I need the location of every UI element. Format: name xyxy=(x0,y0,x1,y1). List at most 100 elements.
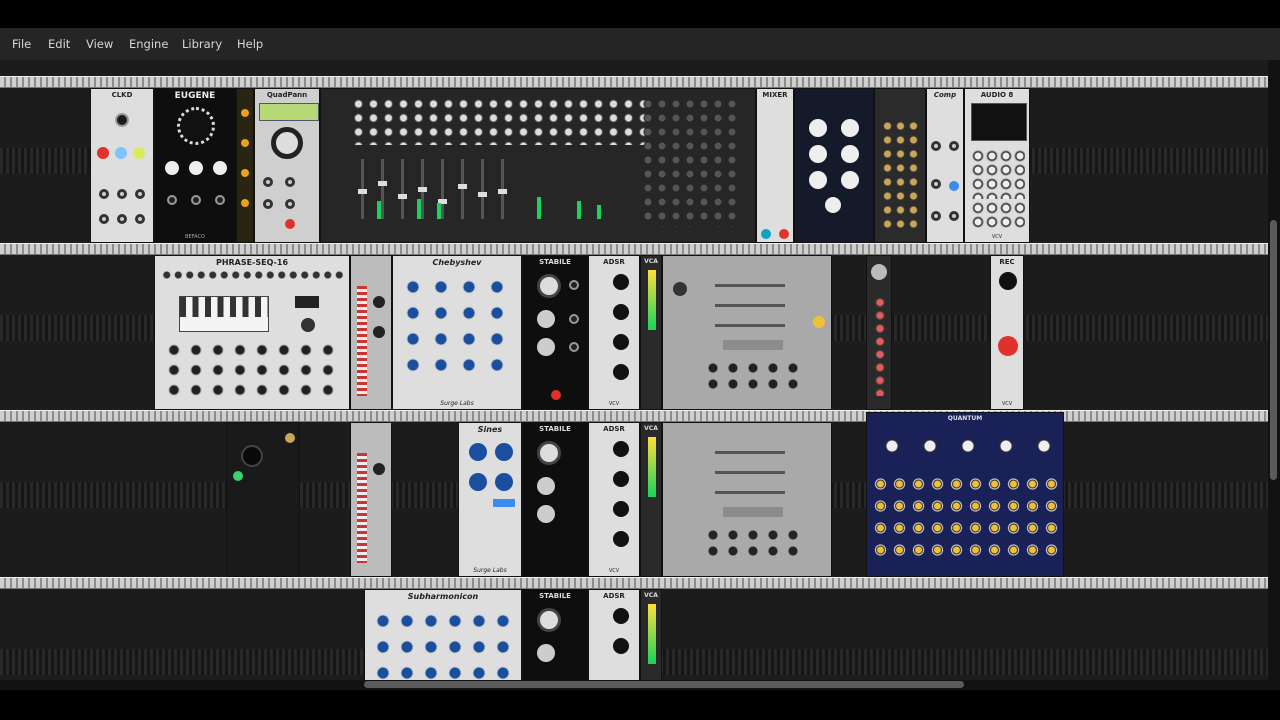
fader-ch5[interactable] xyxy=(438,159,447,219)
sustain-knob[interactable] xyxy=(613,334,629,350)
fader-ch4[interactable] xyxy=(418,159,427,219)
controls[interactable] xyxy=(163,340,343,400)
module-rec[interactable]: REC VCV xyxy=(990,255,1024,410)
button[interactable] xyxy=(285,219,295,229)
fader-ch8[interactable] xyxy=(498,159,507,219)
jack[interactable] xyxy=(931,179,941,189)
module-subharmonicon[interactable]: Subharmonicon xyxy=(364,589,522,690)
decay-knob[interactable] xyxy=(613,638,629,654)
knob[interactable] xyxy=(809,171,827,189)
module-mixer[interactable]: MIXER xyxy=(756,88,794,243)
attack-knob[interactable] xyxy=(613,274,629,290)
module-eq-sliders-2[interactable] xyxy=(662,422,832,577)
module-eq-sliders[interactable] xyxy=(662,255,832,410)
cutoff-knob[interactable] xyxy=(537,608,561,632)
sustain-knob[interactable] xyxy=(613,501,629,517)
big-knob[interactable] xyxy=(271,127,303,159)
knob[interactable] xyxy=(241,445,263,467)
module-cv-strip[interactable] xyxy=(866,255,892,410)
jack[interactable] xyxy=(117,189,127,199)
slider[interactable] xyxy=(715,471,785,474)
module-quantizer[interactable] xyxy=(350,255,392,410)
slider[interactable] xyxy=(715,451,785,454)
attack-knob[interactable] xyxy=(613,608,629,624)
jack[interactable] xyxy=(117,214,127,224)
module-comp[interactable]: Comp xyxy=(926,88,964,243)
module-vca-3[interactable]: VCA xyxy=(640,589,662,690)
fader-ch7[interactable] xyxy=(478,159,487,219)
cutoff-knob[interactable] xyxy=(537,274,561,298)
module-gate-strip[interactable] xyxy=(236,88,254,243)
jack[interactable] xyxy=(931,141,941,151)
knob[interactable] xyxy=(373,296,385,308)
decay-knob[interactable] xyxy=(613,304,629,320)
jack[interactable] xyxy=(99,189,109,199)
module-utility[interactable] xyxy=(226,422,300,577)
horizontal-scroll-thumb[interactable] xyxy=(364,681,964,688)
jack[interactable] xyxy=(99,214,109,224)
knob[interactable] xyxy=(115,113,129,127)
module-quantizer-2[interactable] xyxy=(350,422,392,577)
module-phrase-seq-16[interactable]: PHRASE-SEQ-16 xyxy=(154,255,350,410)
fader-ch2[interactable] xyxy=(378,159,387,219)
jack[interactable] xyxy=(263,177,273,187)
jack[interactable] xyxy=(167,195,177,205)
knob[interactable] xyxy=(469,443,487,461)
knob-row[interactable] xyxy=(703,527,803,557)
jack[interactable] xyxy=(263,199,273,209)
module-eugene[interactable]: EUGENE BEFACO xyxy=(154,88,236,243)
module-adsr-2[interactable]: ADSR VCV xyxy=(588,422,640,577)
record-button[interactable] xyxy=(998,336,1018,356)
knob[interactable] xyxy=(841,119,859,137)
module-quantum-bank[interactable]: QUANTUM xyxy=(866,412,1064,577)
module-stabile-2[interactable]: STABILE xyxy=(522,422,588,577)
fader-ch6[interactable] xyxy=(458,159,467,219)
module-quadpan[interactable]: QuadPann xyxy=(254,88,320,243)
button[interactable] xyxy=(115,147,127,159)
step-buttons[interactable] xyxy=(161,270,345,280)
jack[interactable] xyxy=(215,195,225,205)
slider[interactable] xyxy=(715,284,785,287)
module-vca-2[interactable]: VCA xyxy=(640,422,662,577)
knob[interactable] xyxy=(841,171,859,189)
menu-help[interactable]: Help xyxy=(237,37,263,51)
module-delay[interactable] xyxy=(794,88,874,243)
decay-knob[interactable] xyxy=(613,471,629,487)
jack[interactable] xyxy=(135,214,145,224)
cutoff-knob[interactable] xyxy=(537,441,561,465)
knob[interactable] xyxy=(537,477,555,495)
module-stabile-3[interactable]: STABILE xyxy=(522,589,588,690)
knob-grid[interactable] xyxy=(371,608,517,688)
knob-row[interactable] xyxy=(873,431,1059,461)
jack[interactable] xyxy=(135,189,145,199)
module-chebyshev[interactable]: Chebyshev Surge Labs xyxy=(392,255,522,410)
jack[interactable] xyxy=(569,314,579,324)
menu-edit[interactable]: Edit xyxy=(48,37,70,51)
button[interactable] xyxy=(133,147,145,159)
button[interactable] xyxy=(949,181,959,191)
knob[interactable] xyxy=(809,145,827,163)
jack[interactable] xyxy=(569,342,579,352)
module-vca[interactable]: VCA xyxy=(640,255,662,410)
slider[interactable] xyxy=(715,304,785,307)
jack[interactable] xyxy=(285,199,295,209)
button[interactable] xyxy=(761,229,771,239)
module-dual-lfo[interactable] xyxy=(874,88,926,243)
jack[interactable] xyxy=(949,141,959,151)
knob[interactable] xyxy=(165,161,179,175)
rack-canvas[interactable]: CLKD EUGENE BEFACO QuadPann MIXER Comp A… xyxy=(0,60,1268,690)
knob[interactable] xyxy=(537,338,555,356)
knob[interactable] xyxy=(841,145,859,163)
knob[interactable] xyxy=(537,644,555,662)
knob[interactable] xyxy=(673,282,687,296)
module-audio8[interactable]: AUDIO 8 VCV xyxy=(964,88,1030,243)
slider[interactable] xyxy=(715,324,785,327)
knob[interactable] xyxy=(189,161,203,175)
module-mixer-large[interactable] xyxy=(320,88,756,243)
knob[interactable] xyxy=(495,473,513,491)
led-button[interactable] xyxy=(97,147,109,159)
module-stabile[interactable]: STABILE xyxy=(522,255,588,410)
knob[interactable] xyxy=(495,443,513,461)
button[interactable] xyxy=(779,229,789,239)
menu-view[interactable]: View xyxy=(86,37,113,51)
